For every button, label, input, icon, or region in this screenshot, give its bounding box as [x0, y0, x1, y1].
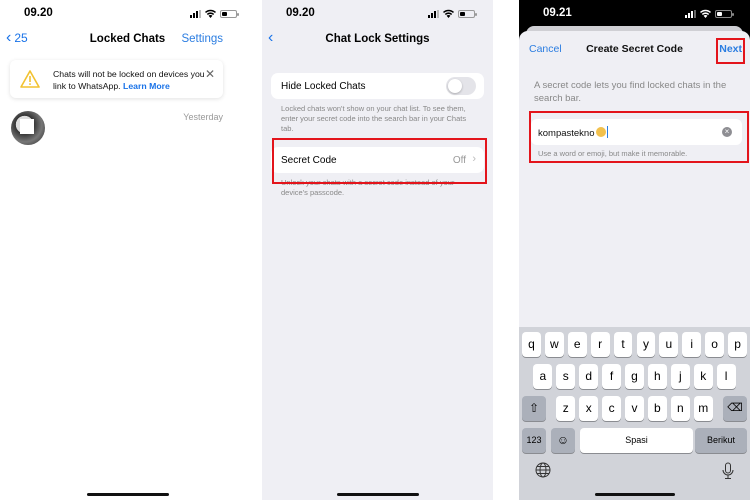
keyboard-row-3: ⇧ ⌫ zxcvbnm	[519, 396, 750, 421]
key-g[interactable]: g	[625, 364, 644, 389]
grimacing-face-emoji-icon	[595, 127, 606, 137]
warning-icon	[20, 70, 40, 93]
text-caret	[606, 126, 609, 138]
key-n[interactable]: n	[670, 396, 690, 421]
key-c[interactable]: c	[602, 396, 622, 421]
chat-timestamp: Yesterday	[183, 112, 223, 122]
input-hint: Use a word or emoji, but make it memorab…	[538, 149, 688, 158]
key-b[interactable]: b	[647, 396, 667, 421]
shift-key[interactable]: ⇧	[522, 396, 546, 421]
hide-locked-chats-toggle[interactable]	[446, 77, 476, 95]
key-o[interactable]: o	[705, 332, 725, 357]
key-v[interactable]: v	[625, 396, 644, 421]
globe-icon[interactable]	[535, 462, 551, 483]
nav-bar: ‹ 25 Locked Chats Settings	[0, 28, 255, 52]
wifi-icon	[205, 9, 216, 18]
status-time: 09.20	[24, 7, 53, 19]
secret-code-label: Secret Code	[281, 155, 337, 166]
link-warning-banner: Chats will not be locked on devices you …	[10, 60, 223, 98]
key-i[interactable]: i	[682, 332, 702, 357]
secret-code-footnote: Unlock your chats with a secret code ins…	[281, 178, 455, 197]
status-bar: 09.20	[262, 0, 493, 28]
battery-icon	[220, 9, 239, 18]
battery-icon	[458, 9, 477, 18]
input-value: kompastekno	[538, 128, 595, 139]
key-j[interactable]: j	[670, 364, 690, 389]
clear-input-icon[interactable]: ×	[722, 127, 732, 137]
backspace-key[interactable]: ⌫	[723, 396, 747, 421]
key-y[interactable]: y	[636, 332, 656, 357]
secret-code-input[interactable]: kompastekno ×	[531, 119, 742, 145]
learn-more-link[interactable]: Learn More	[123, 81, 170, 91]
chevron-right-icon: ›	[472, 153, 476, 165]
close-icon[interactable]: ✕	[205, 67, 215, 81]
banner-message: Chats will not be locked on devices you …	[53, 68, 213, 92]
sheet-description: A secret code lets you find locked chats…	[534, 80, 727, 104]
battery-icon	[715, 9, 734, 18]
locked-chats-screen: 09.20 ‹ 25 Locked Chats Settings Chats w…	[0, 0, 255, 500]
key-q[interactable]: q	[522, 332, 541, 357]
page-title: Chat Lock Settings	[325, 33, 430, 45]
keyboard-bottom-bar	[519, 456, 750, 500]
hide-locked-chats-label: Hide Locked Chats	[281, 81, 366, 92]
signal-icon	[190, 9, 201, 18]
emoji-key[interactable]: ☺	[551, 428, 575, 453]
key-t[interactable]: t	[613, 332, 633, 357]
settings-button[interactable]: Settings	[181, 33, 223, 45]
microphone-icon[interactable]	[722, 462, 734, 485]
home-indicator	[594, 493, 675, 496]
key-e[interactable]: e	[567, 332, 587, 357]
key-u[interactable]: u	[659, 332, 679, 357]
hide-locked-chats-row: Hide Locked Chats	[271, 73, 484, 99]
avatar	[11, 111, 45, 145]
key-f[interactable]: f	[602, 364, 622, 389]
keyboard-row-4: 123 ☺ Spasi Berikut	[519, 428, 750, 453]
key-m[interactable]: m	[693, 396, 713, 421]
key-d[interactable]: d	[579, 364, 599, 389]
status-bar: 09.21	[519, 0, 750, 28]
keyboard-row-2: asdfghjkl	[519, 364, 750, 389]
secret-code-value: Off	[452, 155, 466, 166]
nav-bar: ‹ Chat Lock Settings	[262, 28, 493, 52]
wifi-icon	[443, 9, 454, 18]
key-s[interactable]: s	[556, 364, 576, 389]
keyboard-row-1: qwertyuiop	[519, 332, 750, 357]
secret-code-row[interactable]: Secret Code Off ›	[271, 147, 484, 173]
screenshot-collage: 09.20 ‹ 25 Locked Chats Settings Chats w…	[0, 0, 750, 500]
return-key[interactable]: Berikut	[695, 428, 747, 453]
chat-list-item[interactable]: Yesterday	[0, 108, 255, 148]
create-secret-code-screen: 09.21 Cancel Create Secret Code Next A s…	[519, 0, 750, 500]
status-time: 09.20	[286, 7, 315, 19]
home-indicator	[336, 493, 419, 496]
key-k[interactable]: k	[693, 364, 713, 389]
space-key[interactable]: Spasi	[580, 428, 693, 453]
signal-icon	[685, 9, 696, 18]
next-button[interactable]: Next	[719, 43, 742, 55]
wifi-icon	[700, 9, 711, 18]
create-secret-code-sheet: Cancel Create Secret Code Next A secret …	[519, 31, 750, 500]
sheet-title: Create Secret Code	[586, 43, 683, 55]
keyboard: qwertyuiop asdfghjkl ⇧ ⌫ zxcvbnm 123 ☺ S…	[519, 327, 750, 500]
key-x[interactable]: x	[579, 396, 599, 421]
home-indicator	[86, 493, 169, 496]
signal-icon	[428, 9, 439, 18]
key-l[interactable]: l	[716, 364, 736, 389]
key-w[interactable]: w	[544, 332, 564, 357]
key-h[interactable]: h	[647, 364, 667, 389]
hide-locked-footnote: Locked chats won't show on your chat lis…	[281, 104, 467, 133]
status-bar: 09.20	[0, 0, 255, 28]
numbers-key[interactable]: 123	[522, 428, 546, 453]
key-p[interactable]: p	[728, 332, 747, 357]
chat-lock-settings-screen: 09.20 ‹ Chat Lock Settings Hide Locked C…	[262, 0, 493, 500]
input-value-wrap: kompastekno	[538, 126, 609, 139]
key-z[interactable]: z	[556, 396, 576, 421]
status-time: 09.21	[543, 7, 572, 19]
key-a[interactable]: a	[533, 364, 553, 389]
key-r[interactable]: r	[590, 332, 610, 357]
